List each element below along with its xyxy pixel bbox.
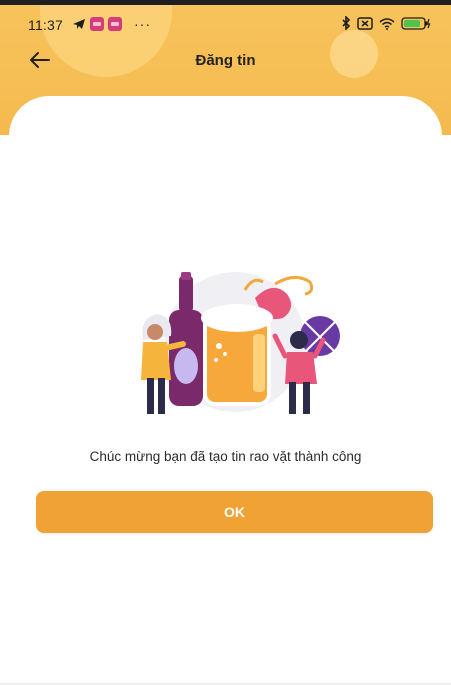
- navigation-bar: Đăng tin: [0, 42, 451, 78]
- bluetooth-icon: [342, 16, 351, 30]
- status-bar: 11:37 ···: [0, 14, 451, 36]
- telegram-icon: [73, 19, 85, 29]
- wifi-icon: [379, 17, 395, 30]
- status-time: 11:37: [28, 17, 63, 33]
- page-title: Đăng tin: [195, 52, 256, 69]
- app-notification-icon: [108, 17, 122, 31]
- celebration-illustration: [141, 272, 340, 414]
- app-notification-icon: [90, 17, 104, 31]
- screen-top-edge: [0, 0, 451, 5]
- battery-charging-icon: [401, 16, 431, 30]
- close-box-icon: [357, 16, 373, 30]
- ok-button[interactable]: OK: [36, 491, 433, 533]
- more-notifications-icon: ···: [134, 16, 151, 32]
- success-message: Chúc mừng bạn đã tạo tin rao vặt thành c…: [89, 449, 362, 464]
